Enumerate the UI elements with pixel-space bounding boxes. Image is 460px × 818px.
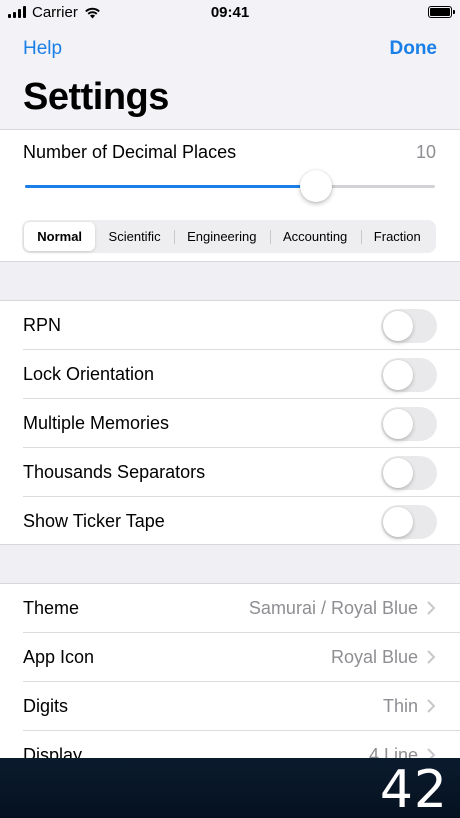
toggle-row-show-ticker-tape[interactable]: Show Ticker Tape <box>0 497 460 546</box>
slider-fill <box>25 185 317 188</box>
multiple-memories-switch[interactable] <box>381 406 437 441</box>
switch-knob <box>383 310 413 341</box>
toggle-settings-group: RPN Lock Orientation Multiple Memories T… <box>0 300 460 545</box>
cellular-signal-icon <box>8 6 26 18</box>
switch-knob <box>383 506 413 537</box>
calculator-display[interactable]: 42 <box>0 758 460 818</box>
rpn-switch[interactable] <box>381 308 437 343</box>
toggle-label: RPN <box>23 315 62 335</box>
toggle-label: Thousands Separators <box>23 462 206 482</box>
toggle-label: Show Ticker Tape <box>23 511 165 531</box>
appearance-settings-group: Theme Samurai / Royal Blue App Icon Roya… <box>0 583 460 765</box>
decimal-places-row: Number of Decimal Places 10 <box>23 142 436 163</box>
done-button[interactable]: Done <box>390 38 438 60</box>
decimal-places-slider[interactable] <box>25 170 435 202</box>
format-settings-group: Number of Decimal Places 10 Normal Scien… <box>0 130 460 262</box>
show-ticker-tape-switch[interactable] <box>381 504 437 539</box>
chevron-right-icon <box>427 601 435 615</box>
wifi-icon <box>85 7 100 18</box>
switch-knob <box>383 408 413 439</box>
status-bar: Carrier 09:41 <box>0 0 460 24</box>
status-left: Carrier <box>8 4 101 21</box>
chevron-right-icon <box>427 650 435 664</box>
decimal-places-label: Number of Decimal Places <box>23 142 237 162</box>
switch-knob <box>383 457 413 488</box>
display-value: 42 <box>379 760 448 818</box>
toggle-row-rpn[interactable]: RPN <box>0 301 460 350</box>
toggle-row-lock-orientation[interactable]: Lock Orientation <box>0 350 460 399</box>
help-button[interactable]: Help <box>23 38 62 60</box>
detail-row-theme[interactable]: Theme Samurai / Royal Blue <box>0 584 460 633</box>
detail-value: Royal Blue <box>330 647 418 667</box>
segment-normal[interactable]: Normal <box>24 222 96 251</box>
detail-row-digits[interactable]: Digits Thin <box>0 682 460 731</box>
carrier-name: Carrier <box>32 3 78 21</box>
detail-label: Theme <box>23 598 80 618</box>
segment-engineering[interactable]: Engineering <box>173 222 270 251</box>
switch-knob <box>383 359 413 390</box>
lock-orientation-switch[interactable] <box>381 357 437 392</box>
thousands-separators-switch[interactable] <box>381 455 437 490</box>
navigation-bar: Help Done Settings <box>0 24 460 130</box>
chevron-right-icon <box>427 699 435 713</box>
detail-value: Thin <box>382 696 418 716</box>
decimal-places-value: 10 <box>415 142 436 162</box>
detail-label: Digits <box>23 696 69 716</box>
number-format-segmented-control: Normal Scientific Engineering Accounting… <box>22 220 436 253</box>
detail-row-app-icon[interactable]: App Icon Royal Blue <box>0 633 460 682</box>
detail-value: Samurai / Royal Blue <box>248 598 418 618</box>
toggle-label: Lock Orientation <box>23 364 155 384</box>
slider-thumb[interactable] <box>300 170 333 202</box>
detail-label: App Icon <box>23 647 95 667</box>
page-title: Settings <box>23 76 169 118</box>
segment-accounting[interactable]: Accounting <box>269 222 361 251</box>
battery-icon <box>428 6 455 18</box>
segment-scientific[interactable]: Scientific <box>95 222 174 251</box>
toggle-row-multiple-memories[interactable]: Multiple Memories <box>0 399 460 448</box>
toggle-label: Multiple Memories <box>23 413 170 433</box>
segment-fraction[interactable]: Fraction <box>360 222 434 251</box>
toggle-row-thousands-separators[interactable]: Thousands Separators <box>0 448 460 497</box>
